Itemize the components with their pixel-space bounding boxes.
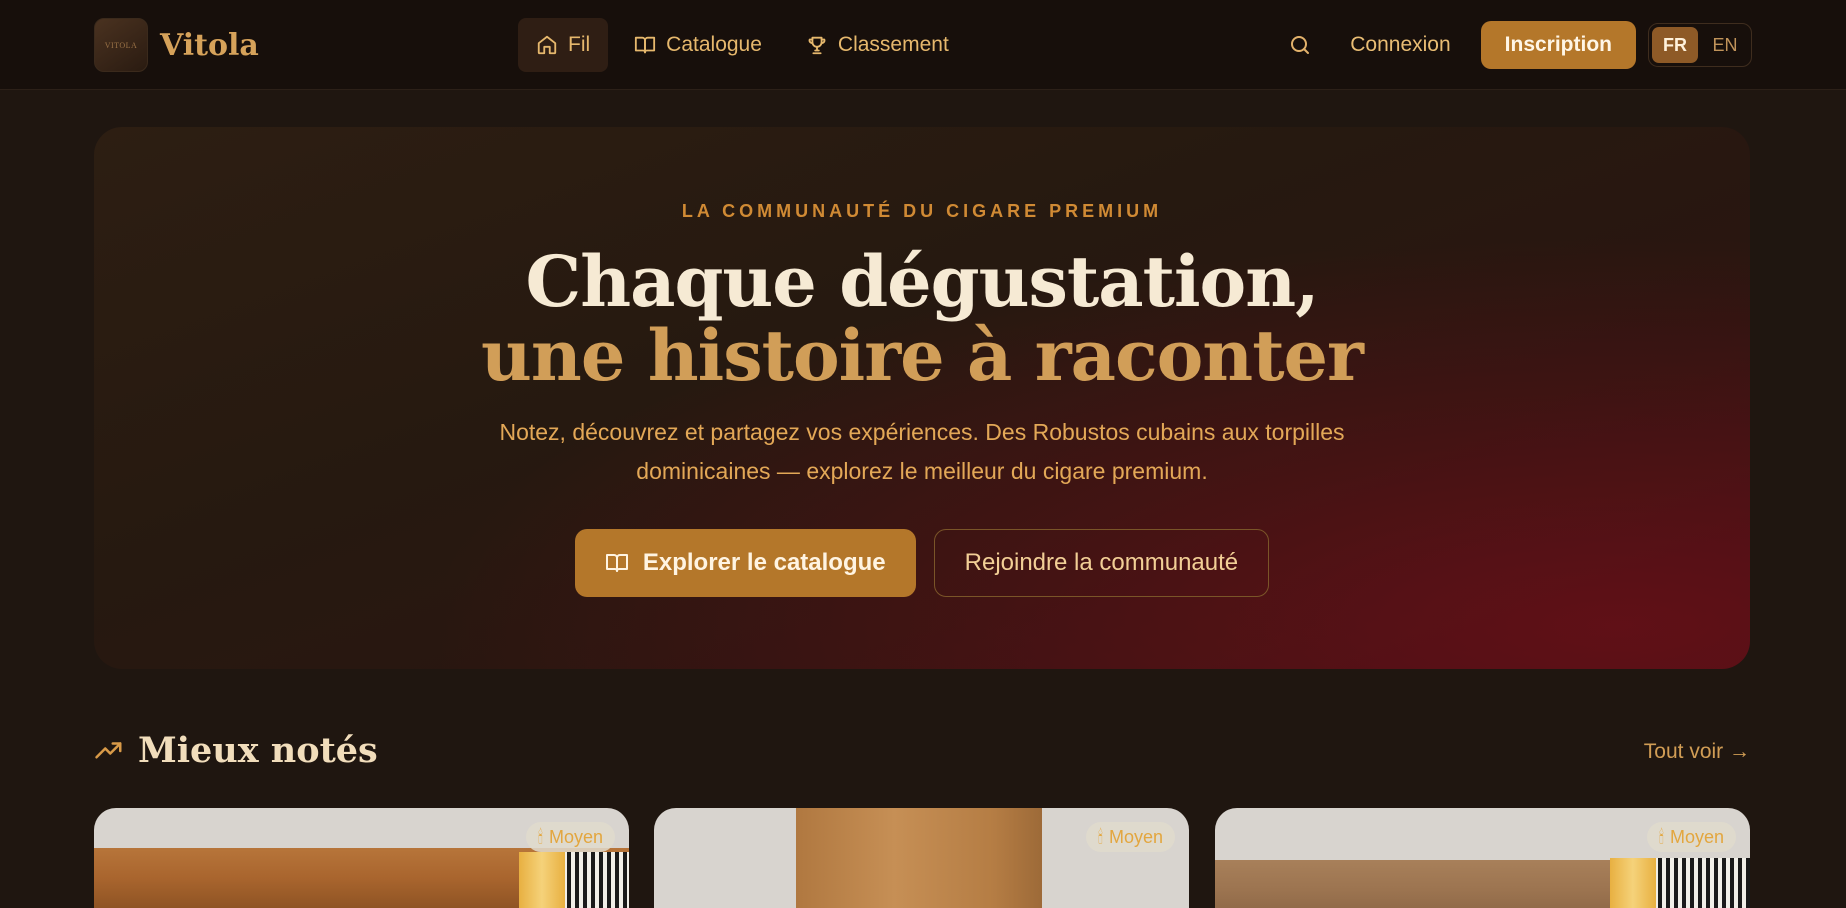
strength-badge-label: Moyen bbox=[1669, 826, 1724, 847]
hero-banner: LA COMMUNAUTÉ DU CIGARE PREMIUM Chaque d… bbox=[94, 127, 1750, 669]
top-rated-header: Mieux notés bbox=[94, 730, 378, 771]
hero-actions: Explorer le catalogue Rejoindre la commu… bbox=[94, 529, 1750, 597]
flame-icon: 🕯 bbox=[1658, 826, 1664, 847]
nav-item-label: Fil bbox=[568, 33, 591, 56]
brand-name: Vitola bbox=[160, 27, 259, 63]
cigar-band bbox=[519, 852, 629, 908]
cigar-card[interactable]: 🕯 Moyen bbox=[654, 808, 1189, 908]
lang-option-fr[interactable]: FR bbox=[1652, 27, 1698, 63]
cigar-image bbox=[796, 808, 1042, 908]
home-icon bbox=[537, 35, 557, 55]
brand[interactable]: VITOLA Vitola bbox=[94, 18, 259, 72]
main-nav: Fil Catalogue Classement bbox=[518, 18, 967, 72]
nav-item-label: Classement bbox=[837, 33, 949, 56]
brand-logo-text: VITOLA bbox=[104, 40, 138, 50]
cigar-card[interactable]: 🕯 Moyen bbox=[94, 808, 629, 908]
top-navbar: VITOLA Vitola Fil Catalogue Classement C… bbox=[0, 0, 1846, 90]
nav-actions: Connexion Inscription FR EN bbox=[1280, 21, 1752, 69]
search-icon bbox=[1291, 36, 1310, 54]
trophy-icon bbox=[808, 36, 826, 55]
nav-item-label: Catalogue bbox=[666, 33, 762, 56]
book-open-icon bbox=[635, 36, 656, 54]
cigar-card[interactable]: 🕯 Moyen bbox=[1215, 808, 1750, 908]
brand-logo: VITOLA bbox=[94, 18, 148, 72]
hero-title-line2: une histoire à raconter bbox=[481, 314, 1364, 397]
lang-option-en[interactable]: EN bbox=[1702, 27, 1748, 63]
see-all-link[interactable]: Tout voir → bbox=[1644, 740, 1750, 764]
explore-catalogue-button[interactable]: Explorer le catalogue bbox=[574, 529, 916, 597]
strength-badge: 🕯 Moyen bbox=[1646, 822, 1736, 852]
strength-badge-label: Moyen bbox=[1108, 826, 1163, 847]
nav-item-fil[interactable]: Fil bbox=[518, 18, 609, 72]
signup-button[interactable]: Inscription bbox=[1480, 21, 1636, 69]
search-button[interactable] bbox=[1280, 21, 1320, 69]
join-community-button[interactable]: Rejoindre la communauté bbox=[933, 529, 1270, 597]
cigar-band bbox=[1610, 858, 1750, 908]
nav-item-classement[interactable]: Classement bbox=[788, 18, 967, 72]
strength-badge: 🕯 Moyen bbox=[1085, 822, 1175, 852]
hero-eyebrow: LA COMMUNAUTÉ DU CIGARE PREMIUM bbox=[681, 201, 1163, 221]
book-open-icon bbox=[605, 554, 628, 572]
flame-icon: 🕯 bbox=[537, 826, 543, 847]
explore-catalogue-label: Explorer le catalogue bbox=[642, 549, 886, 576]
strength-badge-label: Moyen bbox=[548, 826, 603, 847]
hero-description: Notez, découvrez et partagez vos expérie… bbox=[499, 419, 1345, 484]
flame-icon: 🕯 bbox=[1097, 826, 1103, 847]
section-title: Mieux notés bbox=[138, 730, 378, 771]
strength-badge: 🕯 Moyen bbox=[525, 822, 615, 852]
login-link[interactable]: Connexion bbox=[1350, 33, 1450, 57]
top-rated-cards: 🕯 Moyen 🕯 Moyen 🕯 Moyen bbox=[94, 808, 1750, 908]
hero-title: Chaque dégustation, une histoire à racon… bbox=[94, 245, 1750, 393]
hero-title-line1: Chaque dégustation, bbox=[525, 240, 1319, 323]
nav-item-catalogue[interactable]: Catalogue bbox=[616, 18, 780, 72]
trending-up-icon bbox=[95, 741, 122, 758]
language-switcher: FR EN bbox=[1648, 23, 1752, 67]
